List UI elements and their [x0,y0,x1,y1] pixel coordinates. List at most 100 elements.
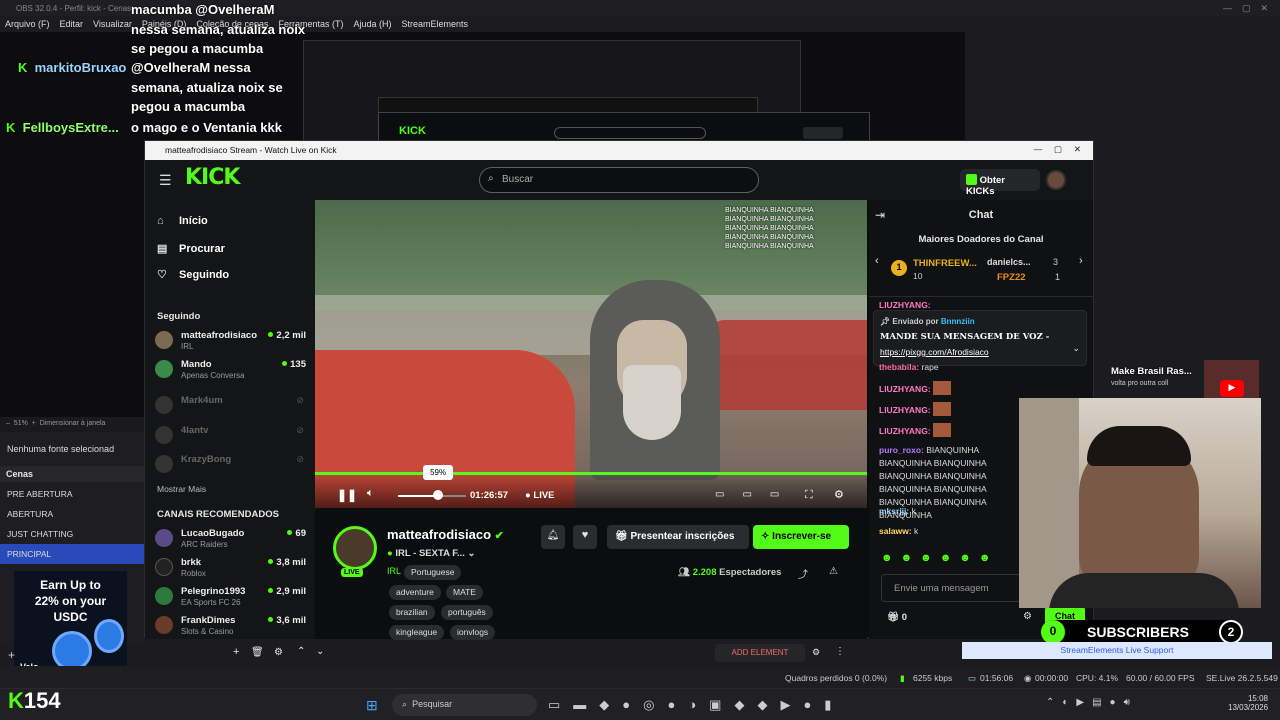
chat-user[interactable]: LIUZHYANG: [879,384,931,394]
tag[interactable]: português [441,605,493,620]
down-icon[interactable]: ⌄ [316,646,324,657]
windows-start-icon[interactable]: ⊞ [366,697,378,714]
taskbar-apps[interactable]: ▭▬◆●◎●◑▣◆◆▶●▮ [548,697,844,713]
settings-gear-icon[interactable]: ⚙ [834,488,844,501]
channel-name[interactable]: matteafrodisiaco ✔ [387,527,504,542]
channel-name: brkk [181,557,202,568]
nav-inicio[interactable]: ⌂ Início [157,215,208,227]
nav-label: Início [179,215,208,227]
scene-item[interactable]: ABERTURA [0,504,145,524]
gift-subs-button[interactable]: 🎁︎ Presentear inscrições [607,525,749,549]
menu-ajuda[interactable]: Ajuda (H) [353,19,391,29]
pinned-link[interactable]: https://pixgg.com/Afrodisiaco [880,347,989,357]
chat-user[interactable]: thebabila: [879,362,919,372]
nav-seguindo[interactable]: ♡ Seguindo [157,268,229,281]
following-item-offline[interactable]: KrazyBong ⊘ [155,454,310,480]
menu-streamelements[interactable]: StreamElements [402,19,469,29]
subscribe-button[interactable]: ✧ Inscrever-se [753,525,849,549]
channel-avatar[interactable] [333,526,377,570]
nav-procurar[interactable]: ▤ Procurar [157,242,225,255]
tag[interactable]: kingleague [389,625,445,640]
trash-icon[interactable]: 🗑︎ [251,647,264,658]
menu-editar[interactable]: Editar [60,19,84,29]
report-icon[interactable]: ⚠ [829,566,838,577]
menu-visualizar[interactable]: Visualizar [93,19,132,29]
zoom-plus[interactable]: + [32,420,36,427]
recommended-item[interactable]: FrankDimes Slots & Casino 3,6 mil [155,615,310,641]
chat-settings-icon[interactable]: ⚙ [1023,611,1032,622]
bell-icon[interactable]: 🔔︎ [541,525,565,549]
channel-info: LIVE matteafrodisiaco ✔ ● IRL - SEXTA F.… [315,508,867,640]
following-item[interactable]: matteafrodisiaco IRL 2,2 mil [155,330,310,356]
menu-arquivo[interactable]: Arquivo (F) [5,19,50,29]
zoom-label[interactable]: Dimensionar à janela [40,420,106,427]
search-input[interactable]: ⌕ Buscar [479,167,759,193]
recommended-item[interactable]: brkk Roblox 3,8 mil [155,557,310,583]
volume-icon[interactable]: 🔈︎ [367,487,374,500]
expand-icon[interactable]: ⌄ [468,548,476,559]
chat-user[interactable]: LIUZHYANG: [879,300,931,310]
window-controls[interactable]: — ▢ ✕ [1034,144,1081,155]
chat-user[interactable]: LIUZHYANG: [879,426,931,436]
pinned-message[interactable]: 📌︎ Enviado por Bnnnziin MANDE SUA MENSAG… [873,310,1087,366]
tag[interactable]: MATE [446,585,483,600]
pause-icon[interactable]: ❚❚ [337,488,357,502]
tray-icons[interactable]: ⌃◐▶▤●🔊︎ [1046,697,1138,708]
scene-item[interactable]: JUST CHATTING [0,524,145,544]
chat-input[interactable]: Envie uma mensagem [881,574,1021,602]
tag[interactable]: ionvlogs [450,625,496,640]
kick-browser-window: matteafrodisiaco Stream - Watch Live on … [144,140,1094,641]
progress-bar[interactable] [315,472,867,475]
show-more-link[interactable]: Mostrar Mais [157,484,206,494]
following-item-offline[interactable]: Mark4um ⊘ [155,395,310,421]
volume-slider[interactable] [398,495,466,497]
emote [933,402,952,416]
taskbar-search[interactable]: ⌕ Pesquisar [392,694,537,716]
chat-user[interactable]: puro_roxo: [879,445,924,455]
settings-icon[interactable]: ⚙ [812,647,820,658]
chat-user[interactable]: salaww: [879,526,912,536]
kick-logo[interactable]: KICK [185,165,240,190]
recommended-item[interactable]: LucaoBugado ARC Raiders 69 [155,528,310,554]
add-element-button[interactable]: ADD ELEMENT [715,644,805,662]
add-scene-icon[interactable]: + [8,648,15,662]
user-avatar[interactable] [1046,170,1066,190]
heart-icon[interactable]: ♥ [573,525,597,549]
avatar [155,558,173,576]
se-support-button[interactable]: StreamElements Live Support [962,642,1272,659]
video-player[interactable]: BIANQUINHA BIANQUINHA BIANQUINHA BIANQUIN… [315,200,867,508]
donor-value: 3 [1053,257,1059,267]
window-controls[interactable]: — ▢ ✕ [1223,3,1268,14]
nav-label: Procurar [179,243,225,255]
emote-bar[interactable]: ☻☻☻☻☻☻ [881,552,998,564]
tag[interactable]: adventure [389,585,441,600]
player-right-icons[interactable]: ▭▭▭ [715,489,797,500]
expand-pinned-icon[interactable]: ⌄ [1072,343,1080,354]
language-tag[interactable]: Portuguese [404,565,462,580]
users-icon: 👥︎ [678,567,691,578]
get-kicks-button[interactable]: Obter KICKs [960,169,1040,197]
gear-icon[interactable]: ⚙ [274,647,283,658]
overlay-user-name: markitoBruxao [34,60,127,75]
share-icon[interactable]: ⤴ [798,566,808,581]
chat-user[interactable]: LIUZHYANG: [879,405,931,415]
next-donor-icon[interactable]: › [1079,255,1083,267]
chat-user[interactable]: mksrjjj: [879,506,909,516]
up-icon[interactable]: ⌃ [297,646,305,657]
menu-icon[interactable]: ☰ [159,172,172,189]
scene-item[interactable]: PRE ABERTURA [0,484,145,504]
following-item-offline[interactable]: 4lantv ⊘ [155,425,310,451]
scene-item-selected[interactable]: PRINCIPAL [0,544,145,564]
more-icon[interactable]: ⋮ [835,646,845,657]
following-item[interactable]: Mando Apenas Conversa 135 [155,359,310,385]
fullscreen-icon[interactable]: ⛶ [805,489,813,502]
prev-donor-icon[interactable]: ‹ [875,255,879,267]
recommended-item[interactable]: Pelegrino1993 EA Sports FC 26 2,9 mil [155,586,310,612]
tag[interactable]: brazilian [389,605,435,620]
add-icon[interactable]: + [233,646,239,658]
zoom-minus[interactable]: – [6,420,10,427]
search-icon: ⌕ [402,699,408,709]
ad-banner[interactable]: Earn Up to 22% on your USDC Valo [14,571,127,681]
category-link[interactable]: IRL [387,566,401,576]
taskbar-clock[interactable]: 15:08 13/03/2026 [1228,694,1268,712]
